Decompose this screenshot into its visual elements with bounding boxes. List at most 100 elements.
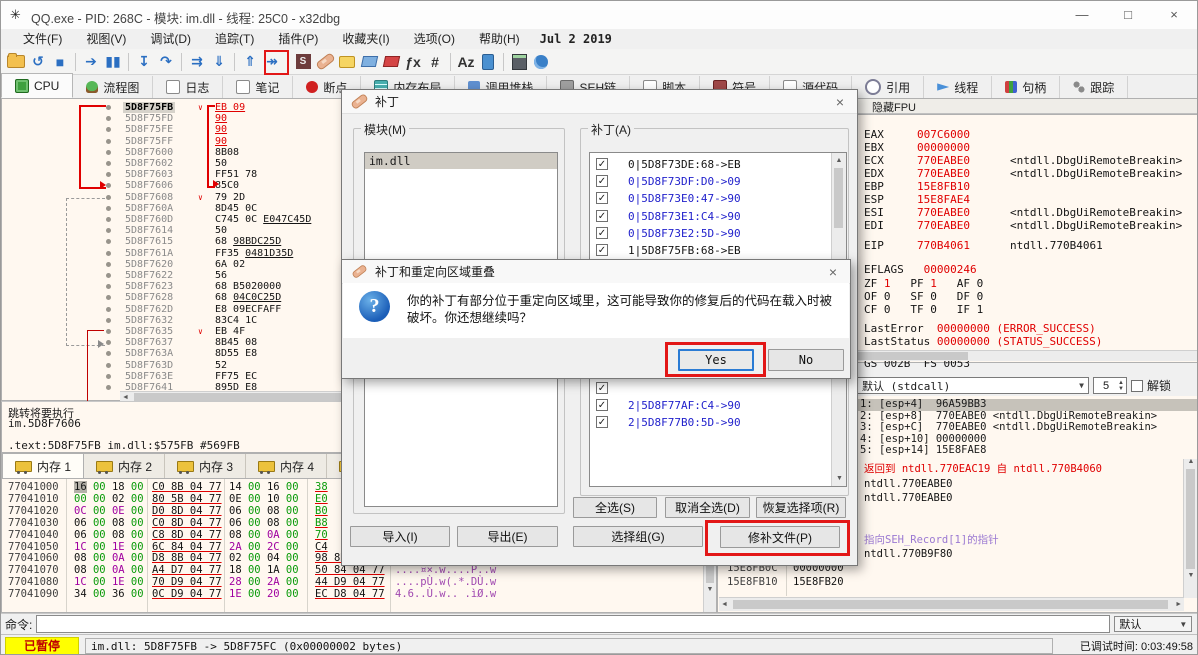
pause-icon[interactable]: ▮▮	[102, 51, 124, 73]
breakpoint-dot[interactable]	[106, 374, 111, 379]
patch-item-checkbox[interactable]: ✓	[596, 210, 608, 222]
patch-item-checkbox[interactable]: ✓	[596, 244, 608, 256]
breakpoint-dot[interactable]	[106, 206, 111, 211]
menu-item-V[interactable]: 视图(V)	[74, 29, 138, 49]
registers-hscrollbar[interactable]	[855, 350, 1198, 361]
run-to-cursor-icon[interactable]: ⇉	[186, 51, 208, 73]
register-line[interactable]: EBP15E8FB10	[864, 180, 1194, 193]
arguments-pane[interactable]: 1: [esp+4] 96A59BB32: [esp+8] 770EABE0 <…	[853, 396, 1198, 459]
argument-row[interactable]: 1: [esp+4] 96A59BB3	[854, 399, 1198, 411]
minimize-button[interactable]: —	[1059, 1, 1105, 29]
no-button[interactable]: No	[768, 349, 844, 371]
register-line[interactable]: EAX007C6000	[864, 128, 1194, 141]
menu-item-O[interactable]: 选项(O)	[402, 29, 467, 49]
patch-item[interactable]: ✓0|5D8F73DF:D0->09	[590, 174, 830, 190]
menu-item-P[interactable]: 插件(P)	[266, 29, 330, 49]
command-profile-select[interactable]: 默认 ▼	[1114, 616, 1192, 632]
patch-icon[interactable]	[314, 51, 336, 73]
menu-item-D[interactable]: 调试(D)	[138, 29, 203, 49]
tab-内存 3[interactable]: 内存 3	[165, 454, 246, 478]
calculator-icon[interactable]	[508, 51, 530, 73]
breakpoint-dot[interactable]	[106, 351, 111, 356]
breakpoint-dot[interactable]	[106, 150, 111, 155]
settings-globe-icon[interactable]	[530, 51, 552, 73]
breakpoint-dot[interactable]	[106, 251, 111, 256]
tab-流程图[interactable]: 流程图	[73, 76, 153, 98]
register-line[interactable]: EDX770EABE0<ntdll.DbgUiRemoteBreakin>	[864, 167, 1194, 180]
tab-内存 1[interactable]: 内存 1	[2, 453, 84, 478]
breakpoint-dot[interactable]	[106, 116, 111, 121]
register-line[interactable]: LastStatus 00000000 (STATUS_SUCCESS)	[864, 335, 1194, 348]
register-line[interactable]: EIP770B4061ntdll.770B4061	[864, 239, 1194, 252]
menu-item-I[interactable]: 收藏夹(I)	[330, 29, 401, 49]
restart-icon[interactable]: ↺	[27, 51, 49, 73]
breakpoint-dot[interactable]	[106, 172, 111, 177]
labels-icon[interactable]	[358, 51, 380, 73]
patch-item-checkbox[interactable]: ✓	[596, 175, 608, 187]
register-line[interactable]: EFLAGS 00000246	[864, 263, 1194, 276]
tab-引用[interactable]: 引用	[852, 76, 924, 98]
restore-selection-button[interactable]: 恢复选择项(R)	[756, 497, 846, 518]
breakpoint-dot[interactable]	[106, 262, 111, 267]
analysis-hash-icon[interactable]: #	[424, 51, 446, 73]
breakpoint-dot[interactable]	[106, 385, 111, 390]
register-line[interactable]: ESP15E8FAE4	[864, 193, 1194, 206]
tab-内存 4[interactable]: 内存 4	[246, 454, 327, 478]
dump-row[interactable]: 7704107008 00 0A 00A4 D7 04 7718 00 1A 0…	[2, 564, 702, 576]
register-line[interactable]: ECX770EABE0<ntdll.DbgUiRemoteBreakin>	[864, 154, 1194, 167]
breakpoint-dot[interactable]	[106, 318, 111, 323]
module-item-selected[interactable]: im.dll	[365, 153, 557, 169]
patch-item[interactable]: ✓2|5D8F77AF:C4->90	[590, 398, 830, 414]
patch-item[interactable]: ✓1|5D8F75FB:68->EB	[590, 243, 830, 259]
strings-icon[interactable]: Az	[455, 51, 477, 73]
hide-fpu-bar[interactable]: 隐藏FPU	[853, 98, 1198, 114]
breakpoint-dot[interactable]	[106, 183, 111, 188]
function-analysis-icon[interactable]: ƒx	[402, 51, 424, 73]
tab-笔记[interactable]: 笔记	[223, 76, 293, 98]
patch-item-checkbox[interactable]: ✓	[596, 399, 608, 411]
tab-内存 2[interactable]: 内存 2	[84, 454, 165, 478]
menu-item-F[interactable]: 文件(F)	[11, 29, 74, 49]
maximize-button[interactable]: □	[1105, 1, 1151, 29]
seh-chain-icon[interactable]: S	[292, 51, 314, 73]
breakpoint-dot[interactable]	[106, 307, 111, 312]
tab-跟踪[interactable]: 跟踪	[1060, 76, 1128, 98]
command-input[interactable]	[36, 615, 1110, 633]
register-line[interactable]: LastError 00000000 (ERROR_SUCCESS)	[864, 322, 1194, 335]
comments-icon[interactable]	[336, 51, 358, 73]
run-icon[interactable]: ➔	[80, 51, 102, 73]
patch-item-checkbox[interactable]: ✓	[596, 382, 608, 394]
breakpoint-dot[interactable]	[106, 161, 111, 166]
breakpoint-dot[interactable]	[106, 195, 111, 200]
tab-线程[interactable]: 线程	[924, 76, 992, 98]
patch-item[interactable]: ✓0|5D8F73E2:5D->90	[590, 226, 830, 242]
patch-item-checkbox[interactable]: ✓	[596, 227, 608, 239]
tab-句柄[interactable]: 句柄	[992, 76, 1060, 98]
patch-item-checkbox[interactable]: ✓	[596, 416, 608, 428]
deselect-all-button[interactable]: 取消全选(D)	[665, 497, 750, 518]
breakpoint-dot[interactable]	[106, 295, 111, 300]
patch-dialog-titlebar[interactable]: 补丁 ×	[342, 90, 857, 114]
attach-icon[interactable]	[477, 51, 499, 73]
patch-item-checkbox[interactable]: ✓	[596, 158, 608, 170]
tab-日志[interactable]: 日志	[153, 76, 223, 98]
arg-count-stepper[interactable]: 5 ▲▼	[1093, 377, 1127, 394]
register-line[interactable]: EBX00000000	[864, 141, 1194, 154]
execute-till-return-icon[interactable]: ⇓	[208, 51, 230, 73]
patch-item[interactable]: ✓2|5D8F77B0:5D->90	[590, 415, 830, 431]
breakpoint-dot[interactable]	[106, 139, 111, 144]
registers-pane[interactable]: EAX007C6000EBX00000000ECX770EABE0<ntdll.…	[853, 114, 1198, 363]
close-icon[interactable]: ×	[824, 264, 842, 280]
breakpoint-dot[interactable]	[106, 273, 111, 278]
menu-item-H[interactable]: 帮助(H)	[467, 29, 532, 49]
register-line[interactable]: ESI770EABE0<ntdll.DbgUiRemoteBreakin>	[864, 206, 1194, 219]
breakpoint-dot[interactable]	[106, 217, 111, 222]
stack-hscrollbar[interactable]: ◄ ►	[719, 597, 1184, 611]
open-file-icon[interactable]	[5, 51, 27, 73]
breakpoint-dot[interactable]	[106, 340, 111, 345]
patch-item-checkbox[interactable]: ✓	[596, 192, 608, 204]
stack-vscrollbar[interactable]: ▲ ▼	[1183, 454, 1198, 598]
breakpoint-dot[interactable]	[106, 363, 111, 368]
patch-item[interactable]: ✓0|5D8F73E1:C4->90	[590, 209, 830, 225]
close-icon[interactable]: ×	[831, 94, 849, 110]
